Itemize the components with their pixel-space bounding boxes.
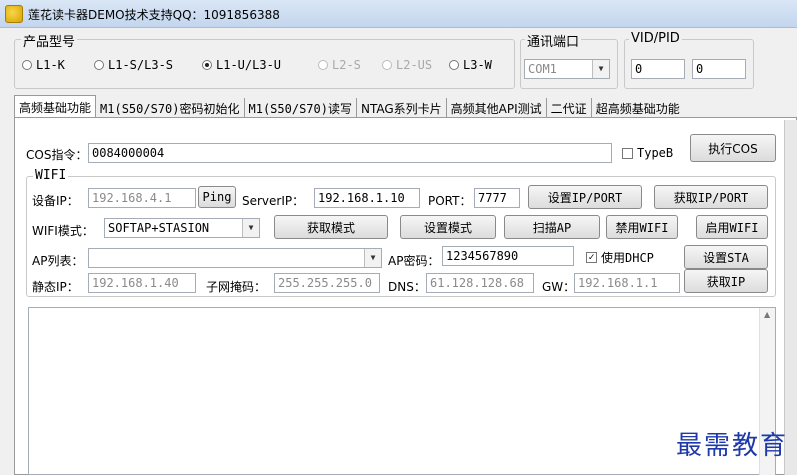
radio-label: L1-K — [36, 58, 65, 72]
enable-wifi-button[interactable]: 启用WIFI — [696, 215, 768, 239]
wifi-mode-select[interactable]: SOFTAP+STASION ▼ — [104, 218, 260, 238]
get-ip-button[interactable]: 获取IP — [684, 269, 768, 293]
scan-ap-button[interactable]: 扫描AP — [504, 215, 600, 239]
tab-hf-other-api[interactable]: 高频其他API测试 — [446, 98, 547, 118]
comm-port-value: COM1 — [528, 62, 557, 76]
cos-command-input[interactable]: 0084000004 — [88, 143, 612, 163]
radio-l3-w[interactable]: L3-W — [449, 58, 492, 72]
radio-label: L1-S/L3-S — [108, 58, 174, 72]
chevron-down-icon[interactable]: ▼ — [592, 60, 609, 78]
tab-m1-password-init[interactable]: M1(S50/S70)密码初始化 — [96, 98, 245, 118]
disable-wifi-button[interactable]: 禁用WIFI — [606, 215, 678, 239]
checkbox-box — [622, 147, 633, 159]
comm-port-select[interactable]: COM1 ▼ — [524, 59, 610, 79]
server-ip-input[interactable]: 192.168.1.10 — [314, 188, 420, 208]
subnet-label: 子网掩码： — [206, 280, 267, 294]
log-textarea[interactable] — [28, 307, 776, 475]
set-mode-button[interactable]: 设置模式 — [400, 215, 496, 239]
port-label: PORT： — [428, 194, 472, 208]
radio-l2-s: L2-S — [318, 58, 361, 72]
set-ip-port-button[interactable]: 设置IP/PORT — [528, 185, 642, 209]
radio-l1-u-l3-u[interactable]: L1-U/L3-U — [202, 58, 281, 72]
radio-dot — [382, 60, 392, 70]
set-sta-button[interactable]: 设置STA — [684, 245, 768, 269]
radio-dot — [318, 60, 328, 70]
ap-list-select[interactable]: ▼ — [88, 248, 382, 268]
gw-label: GW： — [542, 280, 576, 294]
tab-strip: 高频基础功能 M1(S50/S70)密码初始化 M1(S50/S70)读写 NT… — [14, 95, 797, 118]
dhcp-label: 使用DHCP — [601, 251, 654, 265]
get-mode-button[interactable]: 获取模式 — [274, 215, 388, 239]
get-ip-port-button[interactable]: 获取IP/PORT — [654, 185, 768, 209]
wifi-mode-label: WIFI模式： — [32, 224, 94, 238]
wifi-mode-value: SOFTAP+STASION — [108, 221, 210, 235]
radio-label: L2-US — [396, 58, 433, 72]
radio-dot — [449, 60, 459, 70]
radio-label: L2-S — [332, 58, 361, 72]
radio-label: L1-U/L3-U — [216, 58, 282, 72]
ap-password-label: AP密码： — [388, 254, 440, 268]
vid-input[interactable]: 0 — [631, 59, 685, 79]
tab-hf-basic[interactable]: 高频基础功能 — [14, 95, 97, 118]
radio-l1-k[interactable]: L1-K — [22, 58, 65, 72]
comm-port-legend: 通讯端口 — [525, 31, 582, 50]
product-model-legend: 产品型号 — [21, 31, 78, 50]
port-input[interactable]: 7777 — [474, 188, 520, 208]
typeb-checkbox[interactable]: TypeB — [622, 146, 673, 160]
subnet-input[interactable]: 255.255.255.0 — [274, 273, 380, 293]
static-ip-label: 静态IP： — [32, 280, 79, 294]
radio-dot — [22, 60, 32, 70]
right-scroll-strip — [784, 120, 797, 475]
app-icon — [5, 5, 23, 23]
ping-button[interactable]: Ping — [198, 186, 236, 208]
cos-label: COS指令： — [26, 148, 88, 162]
window-title: 莲花读卡器DEMO技术支持QQ：1091856388 — [28, 8, 280, 22]
radio-l1-s-l3-s[interactable]: L1-S/L3-S — [94, 58, 173, 72]
watermark-text: 最需教育 — [676, 431, 789, 461]
radio-dot-selected — [202, 60, 212, 70]
tab-ntag[interactable]: NTAG系列卡片 — [356, 98, 447, 118]
pid-input[interactable]: 0 — [692, 59, 746, 79]
wifi-legend: WIFI — [33, 168, 69, 183]
chevron-down-icon[interactable]: ▼ — [242, 219, 259, 237]
dns-input[interactable]: 61.128.128.68 — [426, 273, 534, 293]
device-ip-input[interactable]: 192.168.4.1 — [88, 188, 196, 208]
device-ip-label: 设备IP： — [32, 194, 79, 208]
gw-input[interactable]: 192.168.1.1 — [574, 273, 680, 293]
scroll-up-arrow-icon[interactable]: ▲ — [764, 310, 770, 319]
tab-uhf-basic[interactable]: 超高频基础功能 — [591, 98, 684, 118]
radio-l2-us: L2-US — [382, 58, 432, 72]
typeb-label: TypeB — [637, 146, 674, 160]
chevron-down-icon[interactable]: ▼ — [364, 249, 381, 267]
dns-label: DNS： — [388, 280, 426, 294]
ap-list-label: AP列表： — [32, 254, 84, 268]
ap-password-input[interactable]: 1234567890 — [442, 246, 574, 266]
exec-cos-button[interactable]: 执行COS — [690, 134, 776, 162]
radio-label: L3-W — [463, 58, 492, 72]
vid-pid-legend: VID/PID — [629, 31, 682, 46]
static-ip-input[interactable]: 192.168.1.40 — [88, 273, 196, 293]
radio-dot — [94, 60, 104, 70]
dhcp-checkbox[interactable]: ✓ 使用DHCP — [586, 249, 654, 266]
title-bar: 莲花读卡器DEMO技术支持QQ：1091856388 — [0, 0, 797, 28]
checkbox-checked: ✓ — [586, 252, 597, 263]
tab-m1-read-write[interactable]: M1(S50/S70)读写 — [244, 98, 357, 118]
tab-id-card[interactable]: 二代证 — [546, 98, 592, 118]
server-ip-label: ServerIP： — [242, 194, 305, 208]
